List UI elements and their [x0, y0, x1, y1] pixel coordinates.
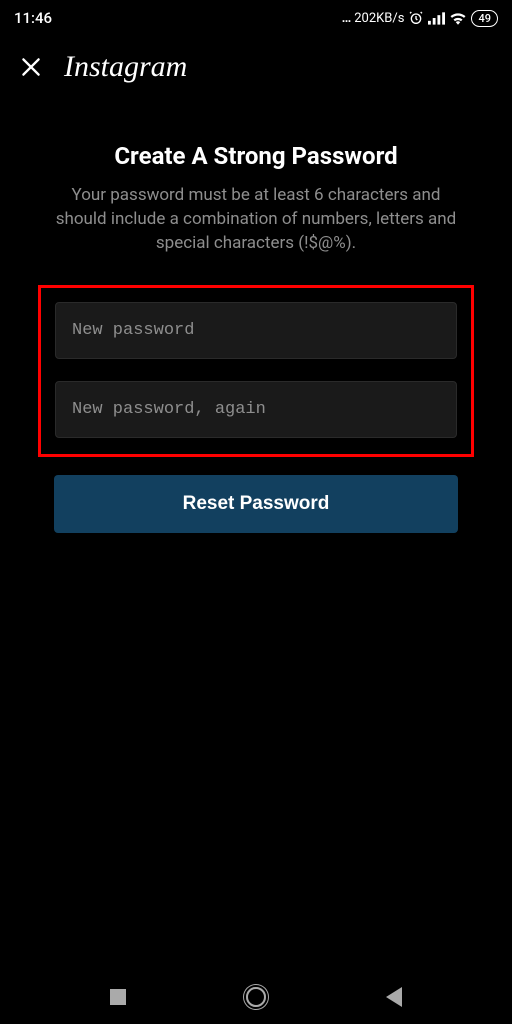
signal-icon	[428, 11, 445, 25]
brand-logo: Instagram	[64, 50, 187, 84]
network-speed: 202KB/s	[354, 11, 404, 26]
back-button[interactable]	[386, 987, 402, 1007]
alarm-icon	[408, 10, 424, 26]
new-password-input[interactable]	[55, 302, 457, 359]
recent-apps-button[interactable]	[110, 989, 126, 1005]
page-subtitle: Your password must be at least 6 charact…	[38, 184, 474, 255]
reset-password-button[interactable]: Reset Password	[54, 475, 458, 533]
status-bar: 11:46 … 202KB/s 49	[0, 0, 512, 30]
status-time: 11:46	[14, 9, 52, 27]
android-nav-bar	[0, 970, 512, 1024]
new-password-again-input[interactable]	[55, 381, 457, 438]
status-right: … 202KB/s 49	[342, 10, 498, 27]
top-bar: Instagram	[0, 30, 512, 94]
main-content: Create A Strong Password Your password m…	[0, 94, 512, 255]
input-highlight-box	[38, 285, 474, 457]
status-dots-icon: …	[342, 11, 351, 26]
home-button[interactable]	[246, 987, 266, 1007]
page-title: Create A Strong Password	[38, 142, 474, 170]
wifi-icon	[449, 11, 467, 25]
form-area: Reset Password	[18, 285, 494, 533]
close-icon[interactable]	[18, 54, 44, 80]
battery-icon: 49	[471, 10, 498, 27]
